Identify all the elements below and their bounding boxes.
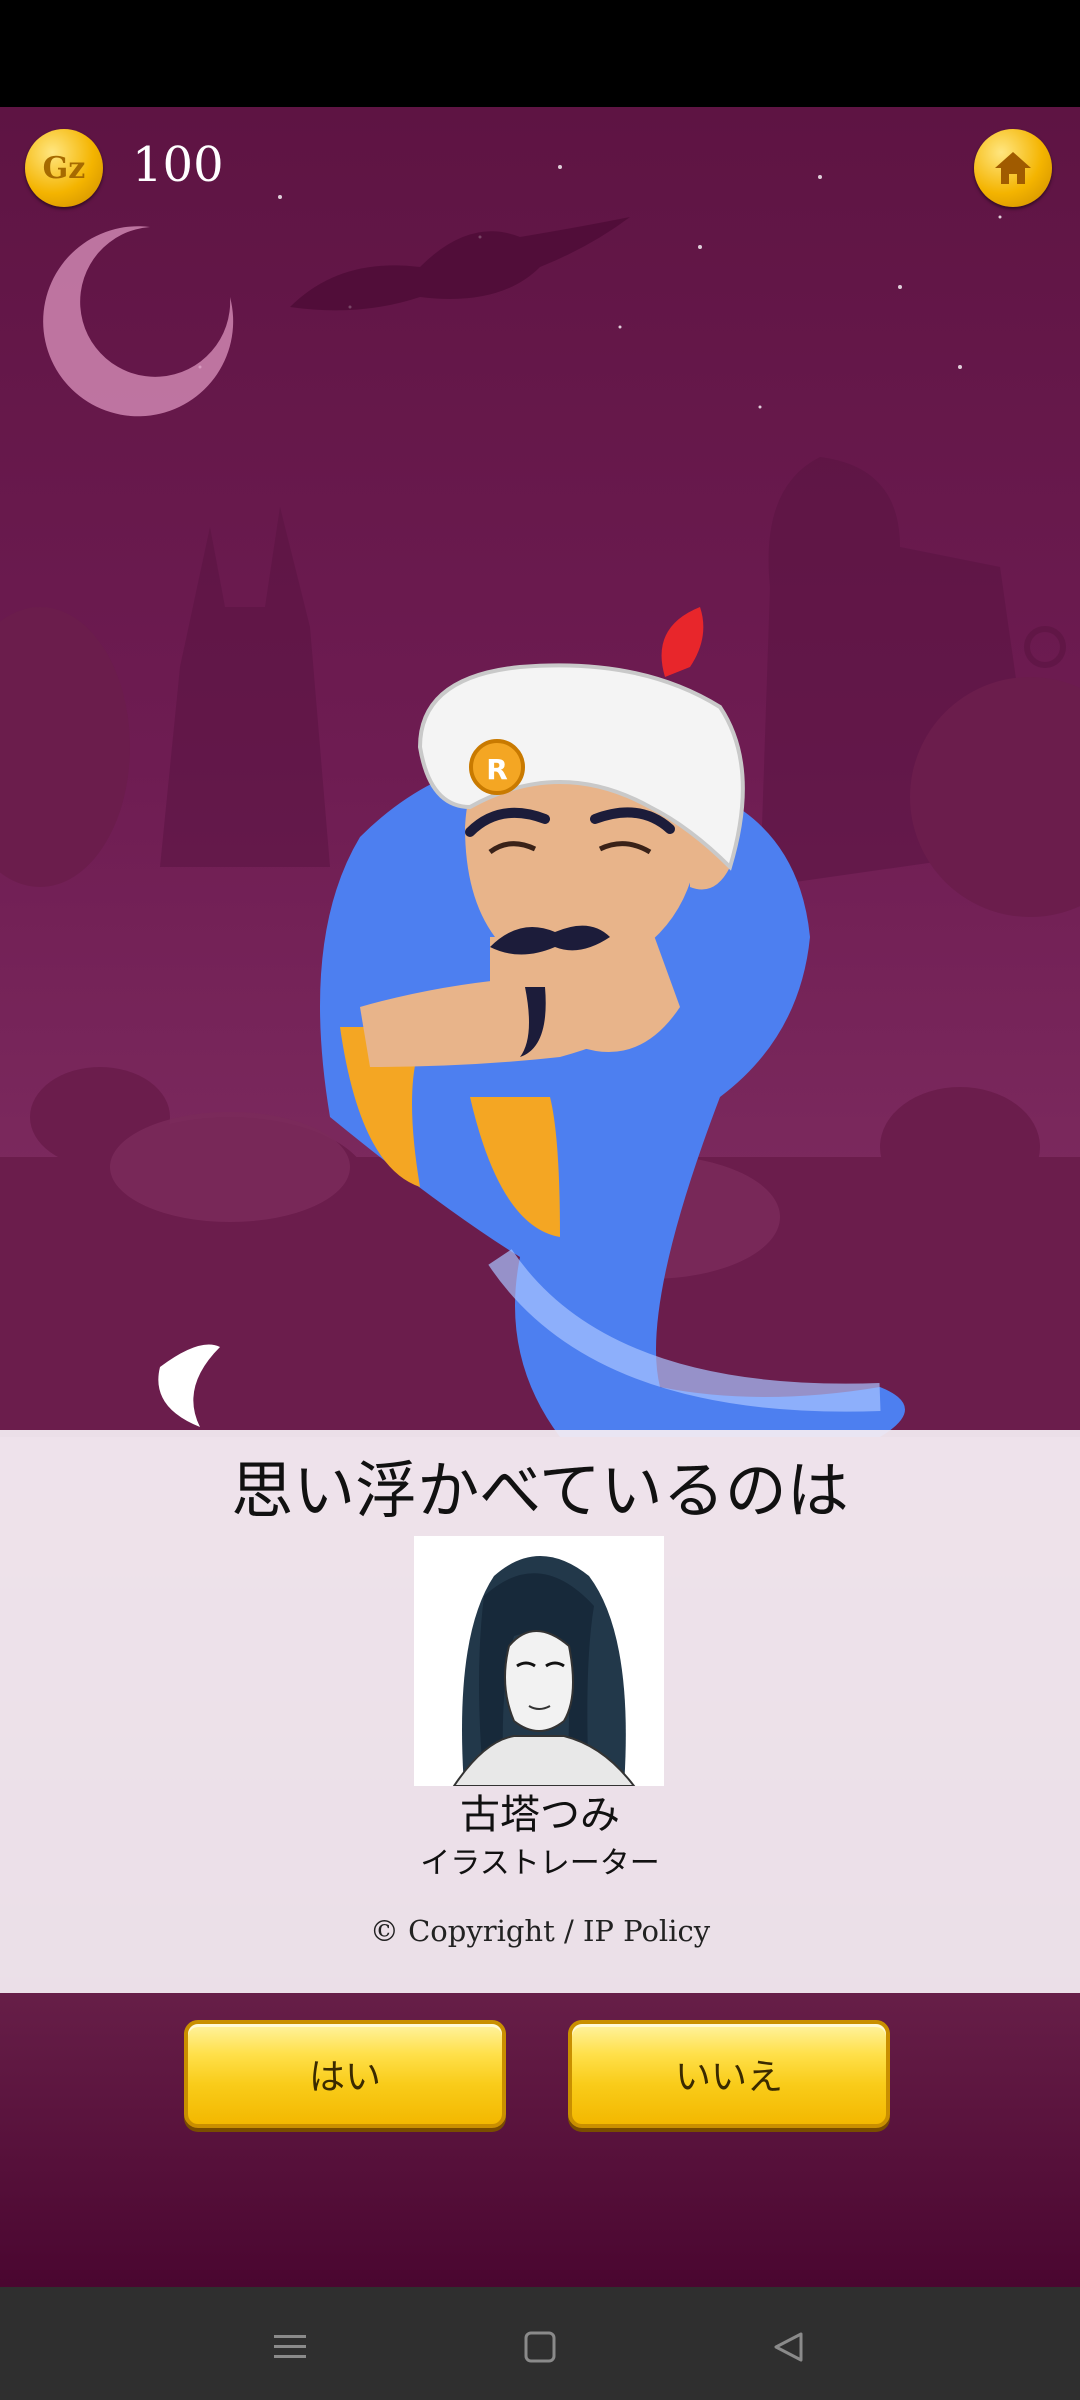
system-nav-bar (0, 2287, 1080, 2400)
coin-icon: Gz (25, 129, 103, 207)
status-bar (0, 0, 1080, 107)
home-icon (995, 152, 1031, 184)
character-portrait (414, 1536, 664, 1786)
portrait-image (414, 1536, 664, 1786)
flying-figure-silhouette (290, 217, 630, 311)
result-title: 思い浮かべているのは (231, 1454, 849, 1527)
character-description: イラストレーター (420, 1846, 660, 1881)
home-button[interactable] (974, 129, 1052, 207)
no-button[interactable]: いいえ (568, 2020, 890, 2128)
yes-button[interactable]: はい (184, 2020, 506, 2128)
back-triangle-icon (774, 2332, 803, 2362)
nav-menu-button[interactable] (260, 2317, 320, 2377)
nav-home-button[interactable] (510, 2317, 570, 2377)
moon-icon (43, 226, 234, 417)
silhouette-batman (160, 507, 330, 867)
coin-count: 100 (132, 137, 224, 193)
menu-icon (274, 2335, 306, 2358)
character-name: 古塔つみ (460, 1792, 620, 1838)
square-home-icon (524, 2331, 556, 2363)
svg-text:R: R (486, 753, 508, 786)
nav-back-button[interactable] (758, 2317, 818, 2377)
copyright-link[interactable]: © Copyright / IP Policy (0, 1914, 1080, 1948)
genie-scene: R (0, 165, 1080, 1437)
